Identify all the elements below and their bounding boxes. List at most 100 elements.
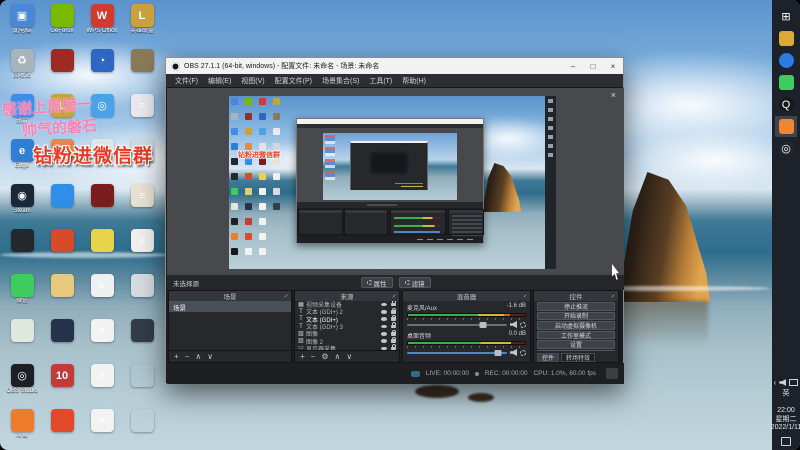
visibility-eye-icon[interactable] <box>381 346 387 350</box>
desktop-icon[interactable] <box>43 319 81 364</box>
taskbar-item[interactable] <box>775 50 797 71</box>
desktop-icon[interactable] <box>83 184 121 229</box>
desktop-icon[interactable] <box>43 274 81 319</box>
toolbar-icon[interactable]: − <box>185 352 190 361</box>
toolbar-icon[interactable]: ∧ <box>195 352 201 361</box>
desktop-icon[interactable]: 斗鱼 <box>3 409 41 450</box>
menu-item[interactable]: 帮助(H) <box>397 76 431 86</box>
visibility-eye-icon[interactable] <box>381 302 387 307</box>
desktop-icon[interactable] <box>43 229 81 274</box>
taskbar-item[interactable]: ⊞ <box>775 6 797 27</box>
taskbar-item[interactable]: ◎ <box>775 138 797 159</box>
tray-display-icon[interactable] <box>789 379 799 386</box>
menu-item[interactable]: 文件(F) <box>170 76 203 86</box>
visibility-eye-icon[interactable] <box>381 339 387 343</box>
lock-icon[interactable] <box>391 329 396 336</box>
obs-titlebar[interactable]: OBS 27.1.1 (64-bit, windows) - 配置文件: 未命名… <box>166 58 623 74</box>
lock-icon[interactable] <box>391 308 396 314</box>
controls-dock-header[interactable]: 控件 <box>534 291 618 301</box>
menu-item[interactable]: 配置文件(P) <box>270 76 317 86</box>
desktop-icon[interactable]: W WPS Office <box>83 4 121 49</box>
desktop-icon[interactable]: ♻ 回收站 <box>3 49 41 94</box>
visibility-eye-icon[interactable] <box>381 317 387 321</box>
ime-indicator[interactable]: 英 <box>783 390 790 399</box>
speaker-icon[interactable] <box>510 349 517 356</box>
desktop-icon[interactable]: ≡ <box>83 274 121 319</box>
control-button[interactable]: 工作室模式 <box>537 330 615 340</box>
desktop-icon[interactable]: 10 <box>43 364 81 409</box>
control-button[interactable]: 退出 <box>537 349 615 351</box>
desktop-icon[interactable]: ≡ <box>123 229 161 274</box>
taskbar-item[interactable] <box>775 72 797 93</box>
slider-handle[interactable] <box>494 349 502 356</box>
desktop-icon[interactable]: ≡ <box>83 319 121 364</box>
desktop-icon[interactable]: ≡ <box>123 184 161 229</box>
gear-icon[interactable] <box>520 349 526 356</box>
sources-dock-header[interactable]: 来源 <box>295 291 399 301</box>
notification-center-icon[interactable] <box>781 437 791 446</box>
scenes-dock-header[interactable]: 场景 <box>169 291 291 301</box>
control-button[interactable]: 停止推流 <box>537 302 615 311</box>
clock-time[interactable]: 22:00 <box>777 407 795 416</box>
menu-item[interactable]: 视图(V) <box>236 76 269 86</box>
gear-icon[interactable] <box>520 321 526 328</box>
properties-button[interactable]: 属性 <box>360 277 393 288</box>
taskbar-item[interactable] <box>775 116 797 137</box>
lock-icon[interactable] <box>391 322 396 329</box>
toolbar-icon[interactable]: + <box>300 352 305 361</box>
desktop-icon[interactable] <box>43 409 81 450</box>
toolbar-icon[interactable]: ∨ <box>207 352 213 361</box>
desktop-icon[interactable] <box>3 229 41 274</box>
dock-tab[interactable]: 控件 <box>537 353 560 362</box>
toolbar-icon[interactable]: − <box>311 352 316 361</box>
desktop-icon[interactable]: ≡ <box>83 409 121 450</box>
control-button[interactable]: 启动虚拟摄像机 <box>537 321 615 330</box>
desktop-icon[interactable] <box>123 364 161 409</box>
maximize-button[interactable]: □ <box>583 58 603 74</box>
visibility-eye-icon[interactable] <box>381 324 387 329</box>
desktop-icon[interactable] <box>123 319 161 364</box>
desktop-icon[interactable]: ≡ <box>83 364 121 409</box>
taskbar-item[interactable]: Q <box>775 94 797 115</box>
desktop-icon[interactable] <box>123 49 161 94</box>
desktop-icon[interactable] <box>123 274 161 319</box>
menu-item[interactable]: 编辑(E) <box>203 76 236 86</box>
visibility-eye-icon[interactable] <box>381 310 387 314</box>
menu-item[interactable]: 工具(T) <box>364 76 397 86</box>
lock-icon[interactable] <box>391 301 396 307</box>
visibility-eye-icon[interactable] <box>381 332 387 336</box>
lock-icon[interactable] <box>391 315 396 321</box>
desktop-icon[interactable]: GeForce <box>43 4 81 49</box>
toolbar-icon[interactable]: + <box>174 352 179 361</box>
desktop-icon[interactable]: ▣ 此电脑 <box>3 4 41 49</box>
obs-preview-area[interactable]: 钻粉进微信群 × <box>167 88 624 275</box>
tray-chevron-icon[interactable]: ‹ <box>774 378 777 387</box>
slider-handle[interactable] <box>479 321 487 328</box>
desktop-icon[interactable]: ◔ <box>83 49 121 94</box>
desktop-icon[interactable] <box>123 409 161 450</box>
volume-slider[interactable] <box>407 349 507 356</box>
filters-button[interactable]: 滤镜 <box>398 277 431 288</box>
desktop-icon[interactable] <box>43 49 81 94</box>
desktop-icon[interactable] <box>3 319 41 364</box>
dock-tab[interactable]: 转场特效 <box>561 353 596 362</box>
speaker-icon[interactable] <box>510 321 517 328</box>
source-row[interactable]: ▭ 显示器采集 <box>295 344 399 350</box>
toolbar-icon[interactable]: ∧ <box>335 352 341 361</box>
desktop-icon[interactable]: L 英雄联盟 <box>123 4 161 49</box>
toolbar-icon[interactable]: ⚙ <box>321 352 328 361</box>
tray-volume-icon[interactable] <box>779 379 787 386</box>
resize-grip[interactable] <box>606 368 618 379</box>
control-button[interactable]: 设置 <box>537 340 615 349</box>
lock-icon[interactable] <box>391 344 396 350</box>
desktop-icon[interactable]: ◎ OBS Studio <box>3 364 41 409</box>
desktop-icon[interactable] <box>43 184 81 229</box>
minimize-button[interactable]: – <box>563 58 583 74</box>
menu-item[interactable]: 场景集合(S) <box>317 76 364 86</box>
desktop-icon[interactable]: ≡ <box>123 94 161 139</box>
desktop-icon[interactable]: ◉ Steam <box>3 184 41 229</box>
preview-close-icon[interactable]: × <box>611 90 616 100</box>
scene-item[interactable]: 场景 <box>169 301 291 312</box>
lock-icon[interactable] <box>391 337 396 343</box>
taskbar-item[interactable] <box>775 28 797 49</box>
